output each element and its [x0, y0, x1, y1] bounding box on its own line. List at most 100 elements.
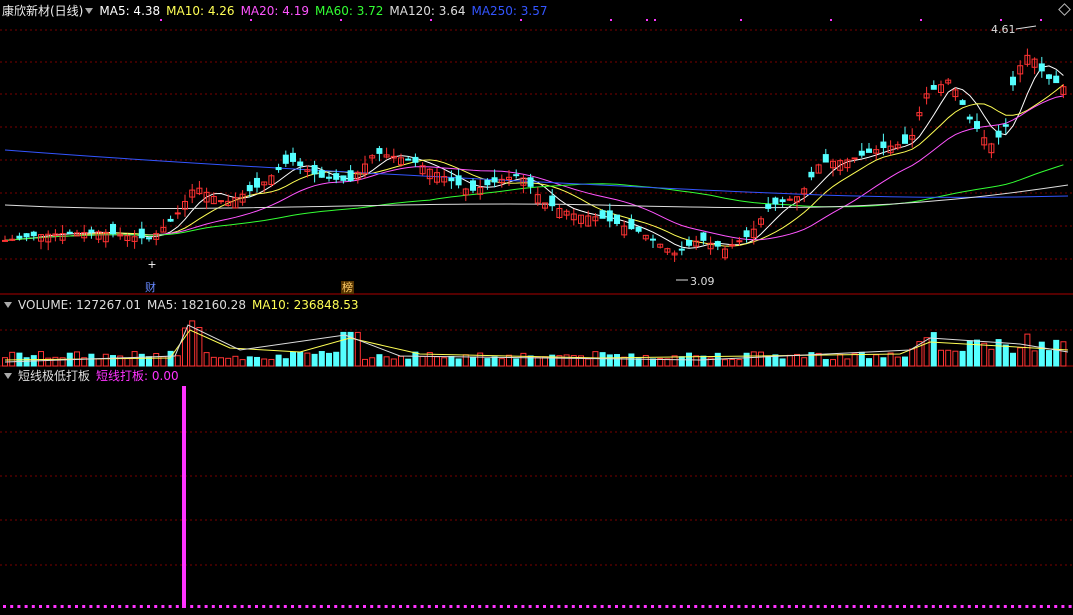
ma5-legend: MA5: 4.38 [99, 4, 161, 18]
indicator-collapse-triangle-icon[interactable] [4, 373, 12, 379]
indicator-zero-dot [1025, 605, 1029, 608]
indicator-zero-dot [881, 605, 885, 608]
volume-bar [628, 353, 635, 367]
indicator-zero-dot [154, 605, 158, 608]
indicator-zero-dot [406, 605, 410, 608]
volume-bar [383, 356, 390, 367]
volume-bar [887, 352, 894, 367]
indicator-zero-dot [283, 605, 287, 608]
indicator-zero-dot [478, 605, 482, 608]
volume-bar [102, 353, 109, 367]
signal-dot [654, 19, 656, 21]
volume-bar [779, 358, 786, 367]
candle-body [484, 180, 491, 186]
volume-panel-header: VOLUME: 127267.01 MA5: 182160.28 MA10: 236… [2, 297, 365, 313]
candle-body [146, 237, 152, 240]
indicator-zero-dot [867, 605, 870, 608]
indicator-zero-dot [903, 605, 906, 608]
indicator-zero-dot [384, 605, 388, 608]
ma250-legend: MA250: 3.57 [471, 4, 548, 18]
signal-dot [646, 19, 648, 21]
indicator-zero-dot [96, 605, 100, 608]
volume-collapse-triangle-icon[interactable] [4, 302, 12, 308]
price-moving-average-lines [4, 65, 1069, 249]
collapse-triangle-icon[interactable] [85, 8, 94, 14]
indicator-zero-dot [327, 605, 330, 608]
candle-body [772, 197, 779, 205]
volume-bar [729, 358, 736, 367]
signal-dot [520, 19, 522, 21]
volume-bar [851, 353, 858, 367]
indicator-panel-header: 短线极低打板 短线打板: 0.00 [2, 368, 185, 384]
volume-bar [225, 357, 232, 367]
indicator-zero-dot [3, 605, 6, 608]
indicator-zero-dot [730, 605, 734, 608]
volume-bar [246, 356, 253, 367]
candle-body [549, 195, 556, 207]
volume-bar [340, 331, 347, 367]
candle-body [527, 177, 534, 187]
volume-bar [239, 359, 246, 367]
indicator-zero-dot [118, 605, 122, 608]
price-panel-header: 康欣新材(日线) MA5: 4.38 MA10: 4.26 MA20: 4.19 MA6… [2, 3, 554, 19]
candle-body [822, 154, 829, 163]
volume-bar [167, 350, 174, 367]
indicator-zero-dot [679, 605, 683, 608]
indicator-zero-dot [780, 605, 784, 608]
volume-bar [110, 355, 116, 367]
volume-bar [880, 357, 887, 367]
indicator-zero-dot [1039, 605, 1043, 608]
indicator-zero-dot [651, 605, 654, 608]
volume-bar [405, 358, 412, 367]
volume-bar [981, 342, 988, 367]
indicator-zero-dot [499, 605, 503, 608]
volume-bar [1010, 352, 1016, 367]
indicator-zero-dot [809, 605, 813, 608]
volume-bar [1053, 339, 1060, 367]
candle-body [376, 148, 383, 154]
indicator-zero-dot [816, 605, 820, 608]
indicator-zero-dot [852, 605, 856, 608]
volume-bar [498, 358, 505, 367]
signal-dot [830, 19, 832, 21]
volume-bar [1060, 341, 1067, 367]
volume-bar [261, 358, 268, 367]
indicator-zero-dot [708, 605, 712, 608]
volume-bar [952, 350, 959, 367]
indicator-zero-dot [586, 605, 590, 608]
volume-bar [203, 352, 210, 367]
indicator-zero-dot [507, 605, 510, 608]
ma10-legend: MA10: 4.26 [166, 4, 235, 18]
volume-bar [218, 357, 224, 367]
volume-bar [700, 355, 707, 367]
candle-body [628, 219, 635, 230]
indicator-zero-dot [953, 605, 957, 608]
candle-body [851, 157, 858, 160]
indicator-zero-dot [10, 605, 14, 608]
volume-bar [614, 354, 620, 367]
indicator-zero-dot [190, 605, 194, 608]
volume-bar [354, 331, 361, 367]
candle-body [736, 240, 743, 243]
indicator-zero-dot [24, 605, 28, 608]
indicator-zero-dot [723, 605, 726, 608]
candle-body [138, 228, 145, 239]
volume-bar [1046, 350, 1052, 367]
indicator-zero-dot [312, 605, 316, 608]
candle-body [866, 148, 872, 153]
indicator-zero-dot [629, 605, 633, 608]
candle-body [110, 223, 116, 235]
indicator-zero-dot [355, 605, 359, 608]
indicator-zero-dot [1047, 605, 1050, 608]
volume-bar [765, 355, 772, 367]
indicator-zero-dot [363, 605, 366, 608]
indicator-zero-dot [946, 605, 950, 608]
event-cai-marker[interactable]: 财 [144, 281, 157, 294]
volume-bar [282, 358, 289, 367]
indicator-zero-dot [226, 605, 230, 608]
volume-bar [837, 354, 844, 367]
volume-bar [945, 349, 952, 367]
event-bang-marker[interactable]: 榜 [341, 281, 354, 294]
indicator-zero-dot [132, 605, 136, 608]
signal-dot [1000, 19, 1002, 21]
